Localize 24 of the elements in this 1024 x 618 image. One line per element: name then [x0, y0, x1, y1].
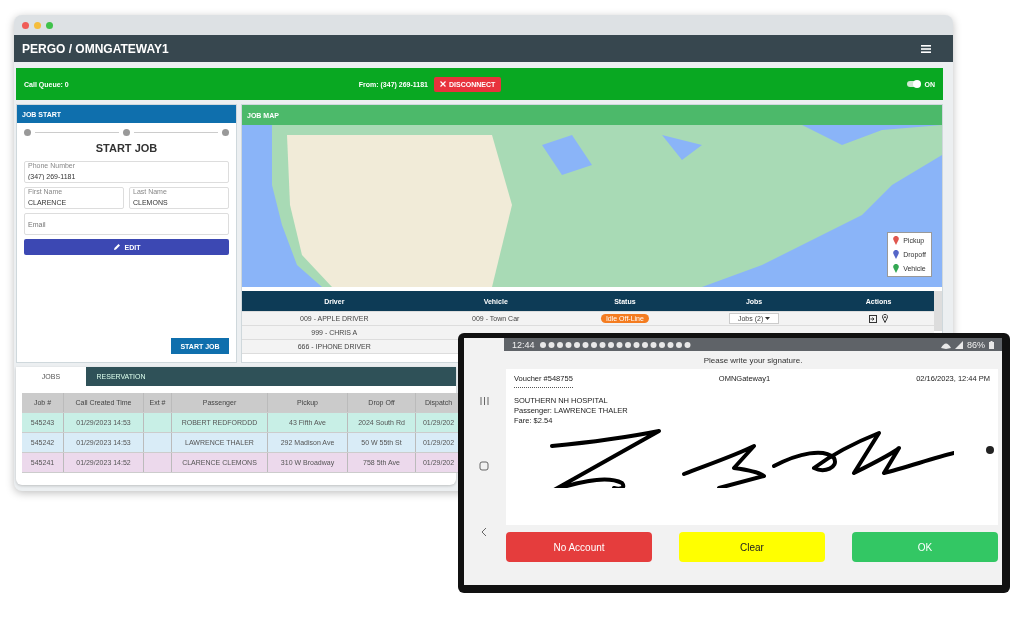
home-icon — [479, 461, 489, 472]
signal-icon — [955, 340, 963, 349]
toggle-switch[interactable] — [906, 81, 920, 87]
step-indicator — [222, 129, 229, 136]
action-button[interactable]: Clear — [679, 532, 825, 562]
pencil-icon — [112, 243, 121, 251]
app-title: PERGO / OMNGATEWAY1 — [22, 41, 169, 56]
clock-text: 12:44 — [512, 339, 535, 350]
back-icon — [481, 527, 487, 538]
menu-icon — [921, 44, 931, 53]
step-indicator — [24, 129, 31, 136]
battery-text: 86% — [967, 339, 985, 350]
sign-in-icon — [869, 314, 878, 323]
scrollbar[interactable] — [934, 291, 942, 331]
form-title: START JOB — [94, 142, 159, 154]
caret-icon — [765, 317, 771, 320]
close-icon — [440, 81, 446, 87]
step-indicator — [123, 129, 130, 136]
action-button[interactable]: No Account — [506, 532, 652, 562]
dot-icon — [986, 446, 994, 454]
recent-apps-icon — [479, 395, 489, 406]
map-pin-icon — [882, 314, 889, 323]
signature-prompt: Please write your signature. — [702, 355, 804, 367]
battery-icon — [989, 340, 994, 349]
